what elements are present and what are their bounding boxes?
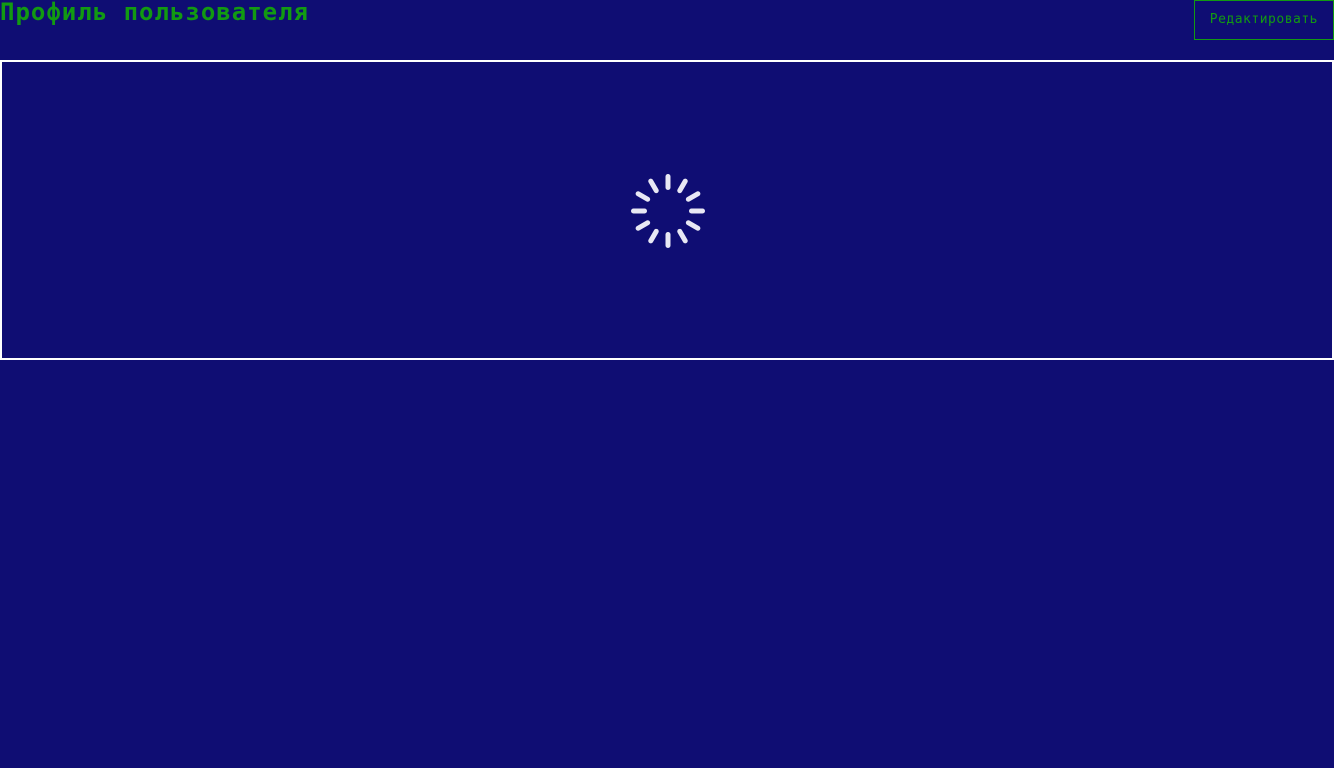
page-title: Профиль пользователя (0, 0, 309, 26)
edit-button[interactable]: Редактировать (1193, 0, 1334, 40)
profile-page: Профиль пользователя Редактировать (0, 0, 1334, 768)
loading-spinner-icon (631, 174, 705, 248)
profile-content-panel (0, 60, 1334, 360)
